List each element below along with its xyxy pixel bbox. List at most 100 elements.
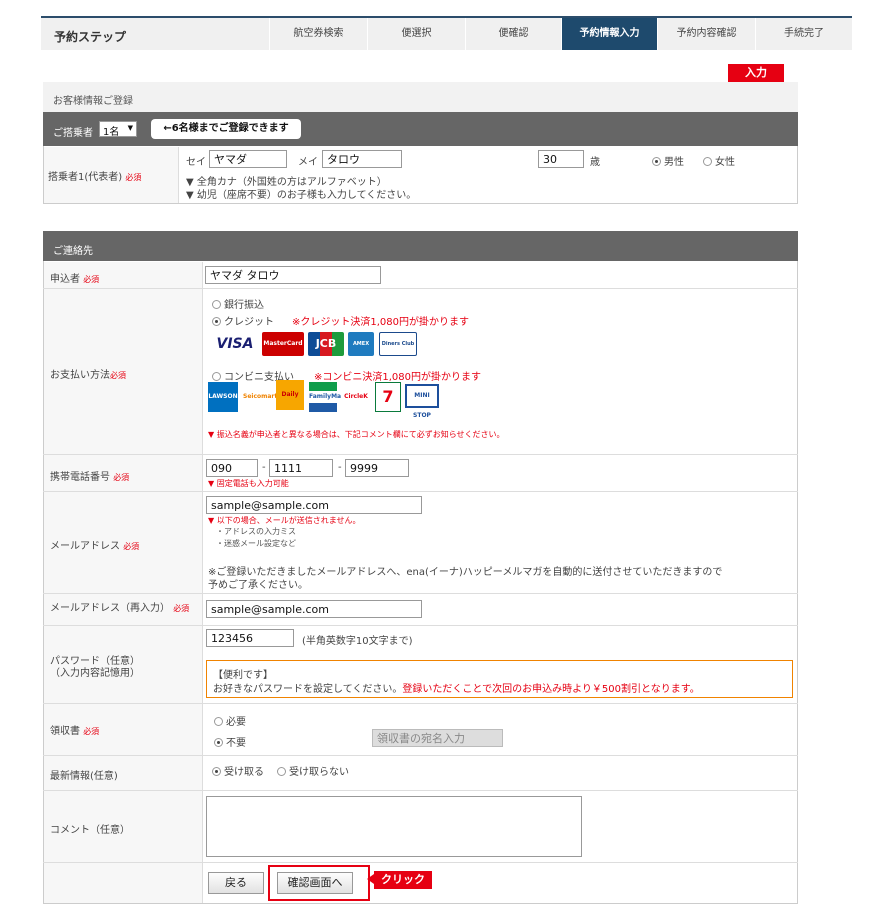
comment-label: コメント（任意）: [50, 825, 130, 836]
pay-credit-note: ※クレジット決済1,080円が掛かります: [292, 317, 470, 328]
password-input[interactable]: 123456: [206, 629, 294, 647]
click-callout-arrow: [367, 874, 374, 884]
step-flight-confirm: 便確認: [465, 18, 561, 50]
radio-icon: [212, 372, 221, 381]
email2-label: メールアドレス（再入力） 必須: [50, 603, 190, 614]
step-bar-title: 予約ステップ: [54, 30, 127, 44]
familymart-logo: FamilyMart: [309, 382, 347, 412]
step-complete: 手続完了: [755, 18, 852, 50]
lawson-logo: LAWSON: [208, 382, 238, 412]
news-decline-radio[interactable]: 受け取らない: [277, 763, 349, 778]
diners-logo: Diners Club: [379, 332, 417, 356]
divider: [43, 862, 798, 863]
customer-section-title: お客様情報ご登録: [43, 82, 798, 112]
step-reservation-review: 予約内容確認: [657, 18, 755, 50]
passengers-label: ご搭乗者: [53, 128, 93, 139]
divider: [43, 454, 798, 455]
gender-male-radio[interactable]: 男性: [652, 153, 684, 168]
phone-input-1[interactable]: 090: [206, 459, 258, 477]
email-note-typo: ・アドレスの入力ミス: [216, 527, 296, 536]
contact-section-title: ご連絡先: [43, 231, 798, 261]
divider: [43, 703, 798, 704]
mei-input[interactable]: タロウ: [322, 150, 402, 168]
divider: [43, 625, 798, 626]
circlek-logo: CircleK: [341, 382, 371, 412]
news-label: 最新情報(任意): [50, 771, 118, 782]
password-sub-label: （入力内容記憶用）: [50, 668, 140, 679]
back-button[interactable]: 戻る: [208, 872, 264, 894]
gender-female-radio[interactable]: 女性: [703, 153, 735, 168]
radio-icon: [212, 300, 221, 309]
applicant-label: 申込者 必須: [50, 274, 100, 285]
radio-selected-icon: [652, 157, 661, 166]
passenger-count-value: 1名: [103, 127, 120, 138]
mastercard-logo: MasterCard: [262, 332, 304, 356]
applicant-input[interactable]: ヤマダ タロウ: [205, 266, 381, 284]
seven-eleven-logo: 7: [375, 382, 401, 412]
contact-label-column: [44, 262, 202, 903]
passenger-note-infant: ▼ 幼児（座席不要）のお子様も入力してください。: [186, 190, 417, 201]
receipt-not-needed-radio[interactable]: 不要: [214, 734, 246, 749]
email2-input[interactable]: sample@sample.com: [206, 600, 422, 618]
divider: [43, 288, 798, 289]
step-bar: 予約ステップ 航空券検索 便選択 便確認 予約情報入力 予約内容確認 手続完了: [41, 16, 852, 50]
phone-label: 携帯電話番号 必須: [50, 472, 130, 483]
divider: [43, 491, 798, 492]
email-input[interactable]: sample@sample.com: [206, 496, 422, 514]
passenger-count-band: ご搭乗者 1名 ▼ ←6名様までご登録できます: [43, 112, 798, 146]
click-callout: クリック: [374, 871, 432, 889]
seicomart-logo: Seicomart: [243, 382, 277, 412]
sei-input[interactable]: ヤマダ: [209, 150, 287, 168]
password-tip-title: 【便利です】: [213, 670, 273, 681]
password-tip-box: 【便利です】 お好きなパスワードを設定してください。登録いただくことで次回のお申…: [206, 660, 793, 698]
radio-selected-icon: [212, 317, 221, 326]
ministop-logo: MINI STOP: [405, 384, 439, 419]
email-note-spam: ・迷惑メール設定など: [216, 539, 296, 548]
age-unit: 歳: [590, 157, 600, 168]
email-note: ▼ 以下の場合、メールが送信されません。: [208, 516, 361, 525]
radio-icon: [214, 717, 223, 726]
daily-logo: Daily: [276, 380, 304, 410]
step-flight-select: 便選択: [367, 18, 465, 50]
phone-input-2[interactable]: 1111: [269, 459, 333, 477]
pay-bank-radio[interactable]: 銀行振込: [212, 296, 264, 311]
payment-footnote: ▼ 振込名義が申込者と異なる場合は、下記コメント欄にて必ずお知らせください。: [208, 430, 505, 439]
phone-separator: -: [262, 462, 266, 473]
password-tip-text: お好きなパスワードを設定してください。登録いただくことで次回のお申込み時より￥5…: [213, 684, 700, 695]
passenger-count-select[interactable]: 1名 ▼: [99, 121, 137, 138]
divider: [43, 755, 798, 756]
passengers-note: ←6名様までご登録できます: [151, 119, 301, 139]
receipt-needed-radio[interactable]: 必要: [214, 713, 246, 728]
email-label: メールアドレス 必須: [50, 541, 140, 552]
radio-selected-icon: [214, 738, 223, 747]
pay-credit-radio[interactable]: クレジット: [212, 313, 274, 328]
divider: [202, 262, 203, 903]
confirm-button[interactable]: 確認画面へ: [277, 872, 353, 894]
jcb-logo: JCB: [308, 332, 344, 356]
receipt-label: 領収書 必須: [50, 726, 100, 737]
phone-separator: -: [338, 462, 342, 473]
radio-selected-icon: [212, 767, 221, 776]
chevron-down-icon: ▼: [127, 124, 133, 132]
password-hint: (半角英数字10文字まで): [302, 636, 413, 647]
step-reservation-input: 予約情報入力: [561, 18, 657, 50]
mei-label: メイ: [298, 157, 318, 168]
step-flight-search: 航空券検索: [269, 18, 367, 50]
radio-icon: [277, 767, 286, 776]
email-notice-2: 予めご了承ください。: [208, 580, 308, 591]
age-input[interactable]: 30: [538, 150, 584, 168]
divider: [43, 790, 798, 791]
comment-textarea[interactable]: [206, 796, 582, 857]
input-callout: 入力: [728, 64, 784, 82]
amex-logo: AMEX: [348, 332, 374, 356]
pay-convenience-note: ※コンビニ決済1,080円が掛かります: [314, 372, 482, 383]
payment-label: お支払い方法必須: [50, 370, 126, 381]
passenger1-label: 搭乗者1(代表者) 必須: [48, 172, 142, 183]
phone-note: ▼ 固定電話も入力可能: [208, 479, 289, 488]
news-receive-radio[interactable]: 受け取る: [212, 763, 264, 778]
phone-input-3[interactable]: 9999: [345, 459, 409, 477]
visa-logo: VISA: [213, 332, 257, 356]
radio-icon: [703, 157, 712, 166]
receipt-name-input[interactable]: 領収書の宛名入力: [372, 729, 503, 747]
divider: [178, 147, 179, 203]
